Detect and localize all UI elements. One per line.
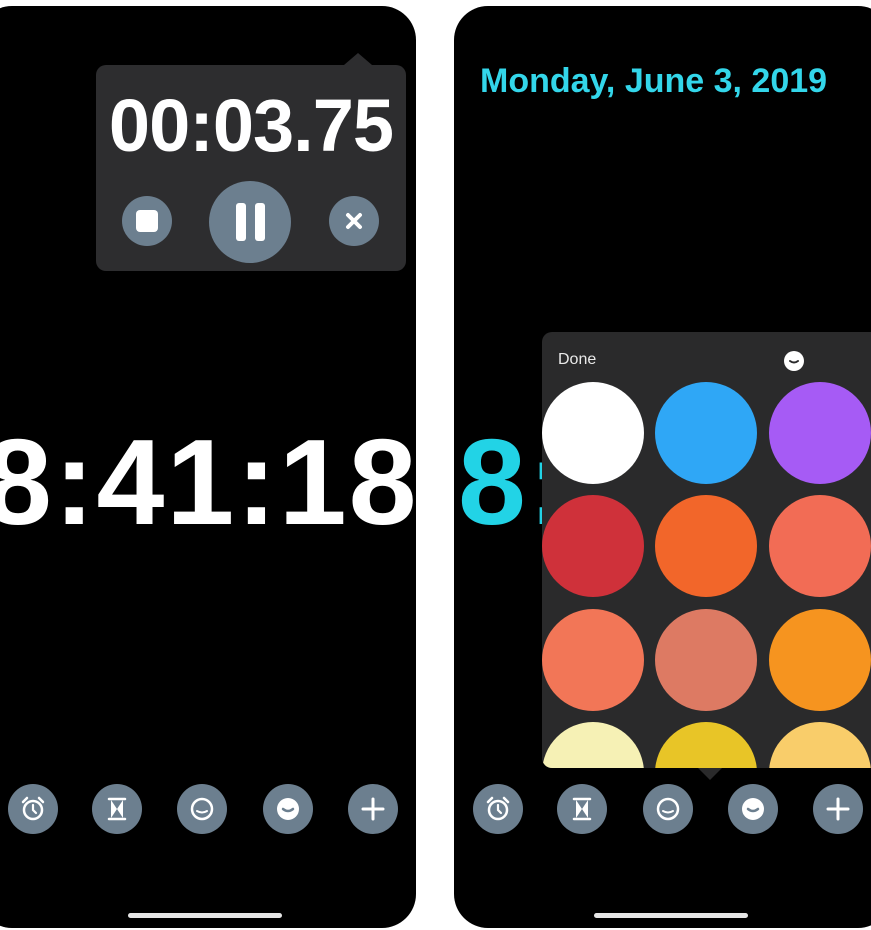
stop-button[interactable] <box>122 196 172 246</box>
timer-hourglass-icon <box>107 797 127 821</box>
pause-icon <box>235 203 265 241</box>
close-button[interactable] <box>329 196 379 246</box>
add-icon <box>826 797 850 821</box>
clock-face-icon <box>190 797 214 821</box>
left-phone-screen: 00:03.75 8:41:18 <box>0 6 416 928</box>
night-clock-icon <box>742 798 764 820</box>
color-swatch-coral[interactable] <box>769 495 871 597</box>
right-phone-screen: Monday, June 3, 2019 8: Done <box>454 6 871 928</box>
home-indicator[interactable] <box>594 913 748 918</box>
color-swatch-cream[interactable] <box>542 722 644 768</box>
popover-caret <box>344 53 372 65</box>
color-swatch-gold[interactable] <box>769 722 871 768</box>
color-swatch-blue[interactable] <box>655 382 757 484</box>
close-icon <box>346 213 362 229</box>
color-picker-popover: Done <box>542 332 871 768</box>
color-swatch-purple[interactable] <box>769 382 871 484</box>
alarm-button[interactable] <box>8 784 58 834</box>
night-clock-icon <box>277 798 299 820</box>
timer-hourglass-icon <box>572 797 592 821</box>
alarm-button[interactable] <box>473 784 523 834</box>
home-indicator[interactable] <box>128 913 282 918</box>
color-swatch-red[interactable] <box>542 495 644 597</box>
night-clock-button[interactable] <box>263 784 313 834</box>
stop-icon <box>136 210 158 232</box>
add-icon <box>361 797 385 821</box>
stopwatch-time: 00:03.75 <box>108 84 394 167</box>
clock-button[interactable] <box>643 784 693 834</box>
color-swatch-white[interactable] <box>542 382 644 484</box>
main-clock-time: 8:41:18 <box>0 414 416 550</box>
add-button[interactable] <box>348 784 398 834</box>
alarm-icon <box>21 796 45 821</box>
date-label: Monday, June 3, 2019 <box>480 62 828 100</box>
done-button[interactable]: Done <box>558 351 596 369</box>
color-swatch-amber[interactable] <box>769 609 871 711</box>
clock-button[interactable] <box>177 784 227 834</box>
alarm-icon <box>486 796 510 821</box>
color-swatch-yellow[interactable] <box>655 722 757 768</box>
clock-face-icon <box>656 797 680 821</box>
timer-button[interactable] <box>557 784 607 834</box>
color-swatch-orange[interactable] <box>655 495 757 597</box>
color-swatch-terracotta[interactable] <box>655 609 757 711</box>
timer-button[interactable] <box>92 784 142 834</box>
add-button[interactable] <box>813 784 863 834</box>
night-clock-button[interactable] <box>728 784 778 834</box>
color-swatch-salmon[interactable] <box>542 609 644 711</box>
stopwatch-popover: 00:03.75 <box>96 53 406 271</box>
night-clock-icon <box>784 351 804 371</box>
picker-caret <box>698 768 722 780</box>
pause-button[interactable] <box>209 181 291 263</box>
